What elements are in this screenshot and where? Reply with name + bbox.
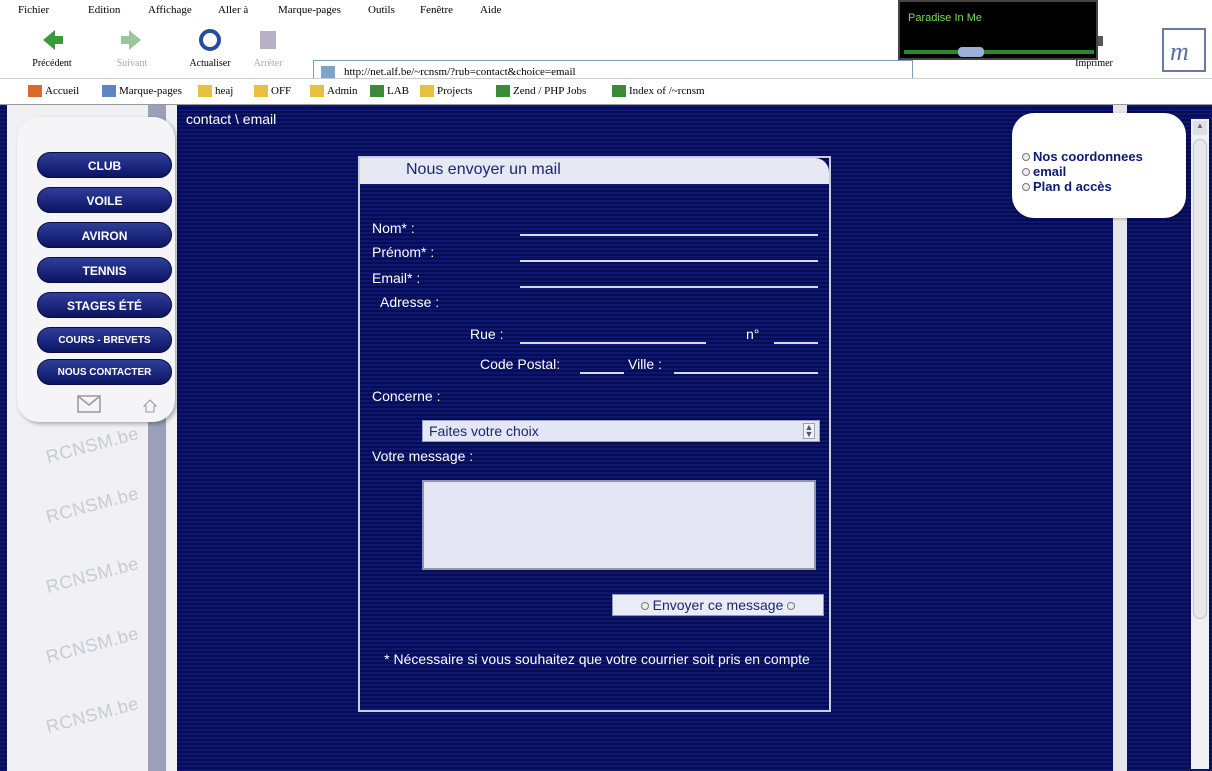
progress-thumb[interactable] (958, 47, 984, 57)
bookmark-lab[interactable]: LAB (370, 85, 409, 97)
mail-icon[interactable] (77, 395, 101, 413)
bullet-icon (640, 602, 649, 610)
message-textarea[interactable] (422, 480, 816, 570)
menu-aller[interactable]: Aller à (218, 4, 248, 16)
link-plan-acces[interactable]: Plan d accès (1022, 179, 1112, 194)
menu-aviron[interactable]: Aviron (37, 222, 172, 248)
ville-label: Ville : (628, 356, 662, 372)
contact-form: Nous envoyer un mail Nom* : Prénom* : Em… (358, 156, 831, 712)
scrollbar-thumb[interactable] (1193, 139, 1207, 619)
progress-bar[interactable] (904, 50, 1094, 54)
menu-fichier[interactable]: Fichier (18, 4, 49, 16)
code-postal-field[interactable] (580, 372, 624, 374)
forward-arrow-icon (121, 30, 141, 50)
select-arrows-icon: ▲ ▼ (803, 422, 815, 439)
folder-icon (254, 85, 268, 97)
bookmark-index-rcnsm[interactable]: Index of /~rcnsm (612, 85, 705, 97)
bookmark-zend-php-jobs[interactable]: Zend / PHP Jobs (496, 85, 586, 97)
link-email[interactable]: email (1022, 164, 1066, 179)
media-player-overlay[interactable]: Paradise In Me (898, 0, 1098, 60)
bookmarks-toolbar: Accueil Marque-pages heaj OFF Admin LAB … (0, 78, 1212, 105)
email-label: Email* : (372, 270, 421, 286)
bookmark-link-icon (496, 85, 510, 97)
email-field[interactable] (520, 286, 818, 288)
bullet-icon (1022, 167, 1030, 176)
scroll-up-icon[interactable]: ▲ (1193, 121, 1207, 135)
bullet-icon (787, 602, 796, 610)
bookmark-admin[interactable]: Admin (310, 85, 358, 97)
bookmark-projects[interactable]: Projects (420, 85, 472, 97)
menu-club[interactable]: Club (37, 152, 172, 178)
bullet-icon (1022, 152, 1030, 161)
menu-affichage[interactable]: Affichage (148, 4, 192, 16)
home-icon (28, 85, 42, 97)
forward-button[interactable]: Suivant (100, 22, 164, 76)
bookmark-accueil[interactable]: Accueil (28, 85, 79, 97)
back-button[interactable]: Précédent (20, 22, 84, 76)
link-coordonnees[interactable]: Nos coordonnees (1022, 149, 1143, 164)
folder-icon (198, 85, 212, 97)
menu-cours-brevets[interactable]: Cours - Brevets (37, 327, 172, 353)
breadcrumb: contact \ email (186, 111, 277, 127)
bookmark-off[interactable]: OFF (254, 85, 291, 97)
nom-label: Nom* : (372, 220, 415, 236)
rue-field[interactable] (520, 342, 706, 344)
numero-field[interactable] (774, 342, 818, 344)
rue-label: Rue : (470, 326, 504, 342)
page-icon (321, 66, 335, 78)
browser-logo-icon: m (1162, 28, 1206, 72)
message-label: Votre message : (372, 448, 474, 464)
required-note: * Nécessaire si vous souhaitez que votre… (384, 651, 810, 667)
bookmark-marque-pages[interactable]: Marque-pages (102, 85, 182, 97)
ville-field[interactable] (674, 372, 818, 374)
concerne-select[interactable]: Faites votre choix ▲ ▼ (422, 420, 820, 442)
stop-button[interactable]: Arrêter (236, 22, 300, 76)
bookmark-link-icon (370, 85, 384, 97)
reload-button[interactable]: Actualiser (178, 22, 242, 76)
adresse-label: Adresse : (380, 294, 440, 310)
menu-stages-ete[interactable]: Stages été (37, 292, 172, 318)
code-postal-label: Code Postal: (480, 356, 561, 372)
right-links-card: Nos coordonnees email Plan d accès (1012, 113, 1186, 218)
reload-icon (199, 29, 221, 51)
bookmark-link-icon (612, 85, 626, 97)
svg-text:m: m (1170, 37, 1189, 66)
bullet-icon (1022, 182, 1030, 191)
folder-icon (310, 85, 324, 97)
menu-outils[interactable]: Outils (368, 4, 395, 16)
concerne-label: Concerne : (372, 388, 441, 404)
prenom-label: Prénom* : (372, 244, 435, 260)
back-arrow-icon (43, 30, 63, 50)
home-icon[interactable] (143, 399, 157, 413)
numero-label: n° (746, 326, 760, 342)
page-content: RCNSM.be RCNSM.be RCNSM.be RCNSM.be RCNS… (0, 105, 1212, 771)
folder-icon (420, 85, 434, 97)
vertical-scrollbar[interactable]: ▲ (1191, 119, 1209, 769)
track-title: Paradise In Me (908, 12, 982, 24)
side-menu-card: Club Voile Aviron Tennis Stages été Cour… (17, 117, 175, 422)
menu-fenetre[interactable]: Fenêtre (420, 4, 453, 16)
menu-marque-pages[interactable]: Marque-pages (278, 4, 341, 16)
menu-tennis[interactable]: Tennis (37, 257, 172, 283)
nom-field[interactable] (520, 234, 818, 236)
bookmark-heaj[interactable]: heaj (198, 85, 233, 97)
menu-aide[interactable]: Aide (480, 4, 501, 16)
send-button[interactable]: Envoyer ce message (612, 594, 824, 616)
prenom-field[interactable] (520, 260, 818, 262)
menu-voile[interactable]: Voile (37, 187, 172, 213)
form-title: Nous envoyer un mail (360, 158, 829, 184)
bookmarks-icon (102, 85, 116, 97)
stop-icon (260, 31, 276, 49)
menu-nous-contacter[interactable]: Nous contacter (37, 359, 172, 385)
menu-edition[interactable]: Edition (88, 4, 120, 16)
